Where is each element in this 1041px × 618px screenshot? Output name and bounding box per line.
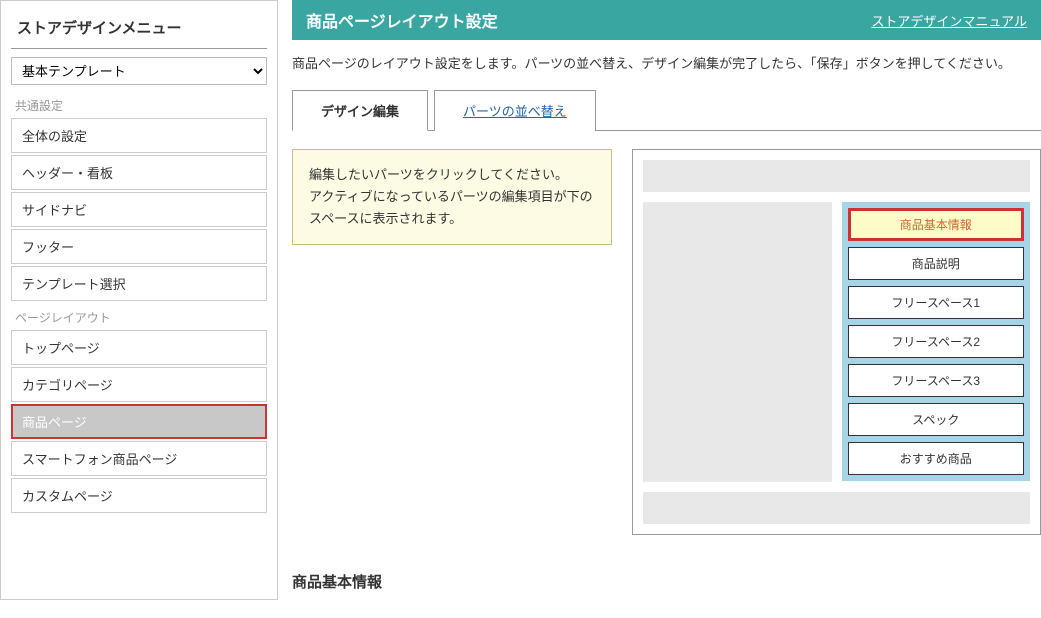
preview-footer-placeholder: [643, 492, 1030, 524]
sidebar-item[interactable]: スマートフォン商品ページ: [11, 441, 267, 476]
sidebar-item[interactable]: サイドナビ: [11, 192, 267, 227]
layout-part[interactable]: フリースペース2: [848, 325, 1025, 358]
sidebar-item[interactable]: 商品ページ: [11, 404, 267, 439]
layout-preview: 商品基本情報商品説明フリースペース1 フリースペース2 フリースペース3 スペックおす…: [632, 149, 1041, 535]
layout-part[interactable]: フリースペース1: [848, 286, 1025, 319]
sidebar-item[interactable]: テンプレート選択: [11, 266, 267, 301]
page-description: 商品ページのレイアウト設定をします。パーツの並べ替え、デザイン編集が完了したら、…: [292, 40, 1041, 89]
sidebar-item[interactable]: カテゴリページ: [11, 367, 267, 402]
sidebar-item[interactable]: ヘッダー・看板: [11, 155, 267, 190]
sidebar: ストアデザインメニュー 基本テンプレート 共通設定全体の設定ヘッダー・看板サイド…: [0, 0, 278, 600]
template-select[interactable]: 基本テンプレート: [11, 57, 267, 85]
sidebar-group-label: 共通設定: [11, 91, 267, 118]
layout-part[interactable]: おすすめ商品: [848, 442, 1025, 475]
sidebar-title: ストアデザインメニュー: [11, 11, 267, 49]
sidebar-item[interactable]: トップページ: [11, 330, 267, 365]
parts-container: 商品基本情報商品説明フリースペース1 フリースペース2 フリースペース3 スペックおす…: [842, 202, 1031, 481]
tab[interactable]: デザイン編集: [292, 90, 428, 131]
layout-part[interactable]: 商品基本情報: [848, 208, 1025, 241]
header-bar: 商品ページレイアウト設定 ストアデザインマニュアル: [292, 0, 1041, 40]
main-content: 商品ページレイアウト設定 ストアデザインマニュアル 商品ページのレイアウト設定を…: [292, 0, 1041, 600]
layout-part[interactable]: 商品説明: [848, 247, 1025, 280]
layout-part[interactable]: スペック: [848, 403, 1025, 436]
preview-header-placeholder: [643, 160, 1030, 192]
manual-link[interactable]: ストアデザインマニュアル: [871, 11, 1027, 30]
tabs: デザイン編集パーツの並べ替え: [292, 89, 1041, 131]
sidebar-item[interactable]: フッター: [11, 229, 267, 264]
layout-part[interactable]: フリースペース3: [848, 364, 1025, 397]
preview-sidenav-placeholder: [643, 202, 832, 482]
section-title: 商品基本情報: [292, 553, 1041, 600]
sidebar-group-label: ページレイアウト: [11, 303, 267, 330]
instruction-box: 編集したいパーツをクリックしてください。アクティブになっているパーツの編集項目が…: [292, 149, 612, 245]
sidebar-item[interactable]: 全体の設定: [11, 118, 267, 153]
sidebar-item[interactable]: カスタムページ: [11, 478, 267, 513]
page-title: 商品ページレイアウト設定: [306, 8, 498, 32]
tab[interactable]: パーツの並べ替え: [434, 90, 596, 131]
